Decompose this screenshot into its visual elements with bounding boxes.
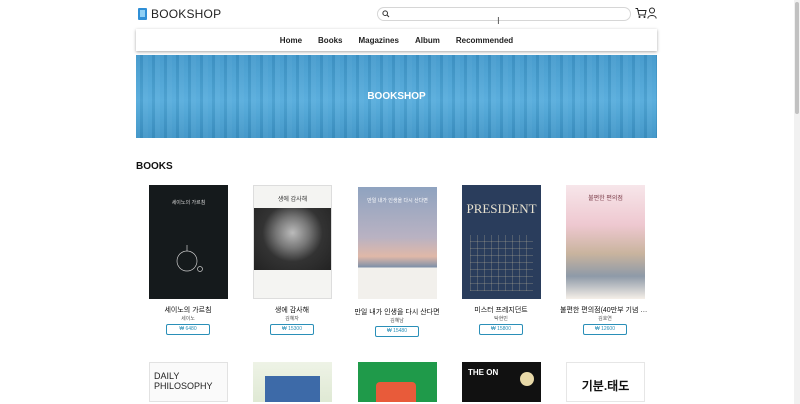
cover-title: 세이노의 가르침 xyxy=(171,200,206,206)
book-cover[interactable]: 불편한 편의점 xyxy=(566,185,645,299)
book-title[interactable]: 불편한 편의점(40만부 기념 벚꽃 에디션) xyxy=(560,305,650,315)
book-title[interactable]: 생에 감사해 xyxy=(247,305,337,315)
cover-pattern xyxy=(470,235,533,291)
book-title[interactable]: 세이노의 가르침 xyxy=(143,305,233,315)
logo-text: BOOKSHOP xyxy=(151,7,222,21)
author-photo xyxy=(254,208,331,270)
price-badge[interactable]: ₩ 15800 xyxy=(479,324,523,335)
search-icon xyxy=(382,10,390,18)
book-cover[interactable]: DAILY PHILOSOPHY xyxy=(149,362,228,402)
nav-home[interactable]: Home xyxy=(280,36,302,45)
cover-title: 생에 감사해 xyxy=(277,197,308,203)
book-cover[interactable]: 세이노의 가르침 xyxy=(149,185,228,299)
cover-art xyxy=(376,382,416,402)
book-cover[interactable]: 생에 감사해 xyxy=(253,185,332,299)
book-cover[interactable]: 기분.태도 xyxy=(566,362,645,402)
book-cover[interactable] xyxy=(358,362,437,402)
book-cover[interactable]: THE ON xyxy=(462,362,541,402)
cover-badge xyxy=(520,372,534,386)
nav-magazines[interactable]: Magazines xyxy=(358,36,398,45)
bicycle-illustration xyxy=(176,245,203,272)
cover-title: THE ON xyxy=(468,368,499,377)
book-author: 김혜자 xyxy=(285,316,299,322)
book-author: 탁현민 xyxy=(494,316,508,322)
main-nav: Home Books Magazines Album Recommended xyxy=(136,29,657,51)
book-cover[interactable]: 만일 내가 인생을 다시 산다면 xyxy=(358,187,437,299)
price-badge[interactable]: ₩ 12600 xyxy=(583,324,627,335)
cover-title: 불편한 편의점 xyxy=(588,196,623,202)
top-bar: BOOKSHOP I xyxy=(0,0,794,28)
book-logo-icon xyxy=(138,8,147,20)
cover-art xyxy=(265,376,320,402)
scroll-thumb[interactable] xyxy=(795,2,799,114)
scrollbar[interactable] xyxy=(794,0,800,404)
hero-title: BOOKSHOP xyxy=(367,91,426,102)
book-title[interactable]: 만일 내가 인생을 다시 산다면 xyxy=(352,307,442,317)
cover-title: 만일 내가 인생을 다시 산다면 xyxy=(367,198,428,204)
nav-books[interactable]: Books xyxy=(318,36,342,45)
user-icon[interactable] xyxy=(647,7,657,19)
cover-title: 기분.태도 xyxy=(581,379,630,393)
cover-title: DAILY PHILOSOPHY xyxy=(154,371,213,391)
logo[interactable]: BOOKSHOP xyxy=(138,7,221,21)
book-author: 세이노 xyxy=(181,316,195,322)
book-author: 김혜남 xyxy=(390,318,404,324)
book-cover[interactable] xyxy=(253,362,332,402)
hero-banner: BOOKSHOP xyxy=(136,55,657,138)
price-badge[interactable]: ₩ 15480 xyxy=(375,326,419,337)
book-author: 김호연 xyxy=(598,316,612,322)
cover-title: PRESIDENT xyxy=(466,201,537,216)
nav-album[interactable]: Album xyxy=(415,36,440,45)
text-cursor-icon: I xyxy=(497,16,500,27)
section-title: BOOKS xyxy=(136,161,173,172)
book-title[interactable]: 미스터 프레지던트 xyxy=(456,305,546,315)
nav-recommended[interactable]: Recommended xyxy=(456,36,513,45)
price-badge[interactable]: ₩ 15300 xyxy=(270,324,314,335)
price-badge[interactable]: ₩ 6480 xyxy=(166,324,210,335)
cart-icon[interactable] xyxy=(635,7,647,19)
book-cover[interactable]: PRESIDENT xyxy=(462,185,541,299)
search-input[interactable] xyxy=(377,7,631,21)
